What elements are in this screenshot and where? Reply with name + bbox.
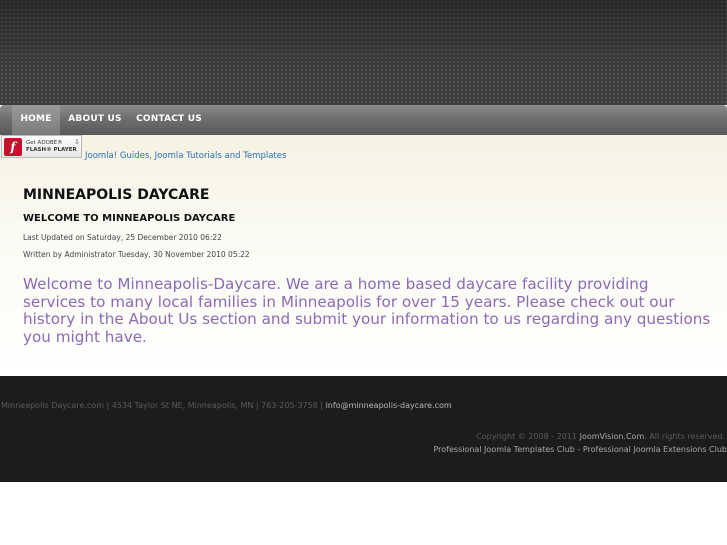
joomla-guides-link[interactable]: Joomla! Guides, Joomla Tutorials and Tem… [85,151,286,161]
flash-badge-line2: FLASH® PLAYER [26,146,77,153]
nav-home[interactable]: HOME [12,105,60,135]
flash-logo-icon: f [4,138,22,156]
copyright-suffix: . All rights reserved. [644,432,725,441]
nav-contact-us[interactable]: CONTACT US [132,105,206,135]
last-updated-text: Last Updated on Saturday, 25 December 20… [23,233,222,242]
footer-address-text: Minneapolis Daycare.com | 4534 Taylor St… [1,401,326,410]
written-by-text: Written by Administrator Tuesday, 30 Nov… [23,250,250,259]
article-body: Welcome to Minneapolis-Daycare. We are a… [23,275,711,346]
download-arrow-icon: ⇩ [74,138,80,146]
get-flash-player-badge[interactable]: f Get ADOBE® FLASH® PLAYER ⇩ [1,135,82,158]
main-navigation: HOME ABOUT US CONTACT US [0,105,727,135]
professional-links: Professional Joomla Templates Club - Pro… [433,445,727,454]
nav-about-us[interactable]: ABOUT US [64,105,126,135]
footer [0,376,727,482]
joomvision-link[interactable]: JoomVision.Com [580,432,645,441]
header-shade [0,0,727,105]
article-title: WELCOME TO MINNEAPOLIS DAYCARE [23,213,236,224]
footer-email-link[interactable]: info@minneapolis-daycare.com [326,401,452,410]
page-title: MINNEAPOLIS DAYCARE [23,187,210,203]
copyright: Copyright © 2008 - 2011 JoomVision.Com. … [476,432,725,441]
joomla-extensions-club-link[interactable]: Professional Joomla Extensions Club [583,445,727,454]
footer-address: Minneapolis Daycare.com | 4534 Taylor St… [1,401,452,410]
pro-links-separator: - [574,445,583,454]
joomla-templates-club-link[interactable]: Professional Joomla Templates Club [433,445,574,454]
copyright-prefix: Copyright © 2008 - 2011 [476,432,580,441]
flash-badge-text: Get ADOBE® FLASH® PLAYER [26,140,77,153]
